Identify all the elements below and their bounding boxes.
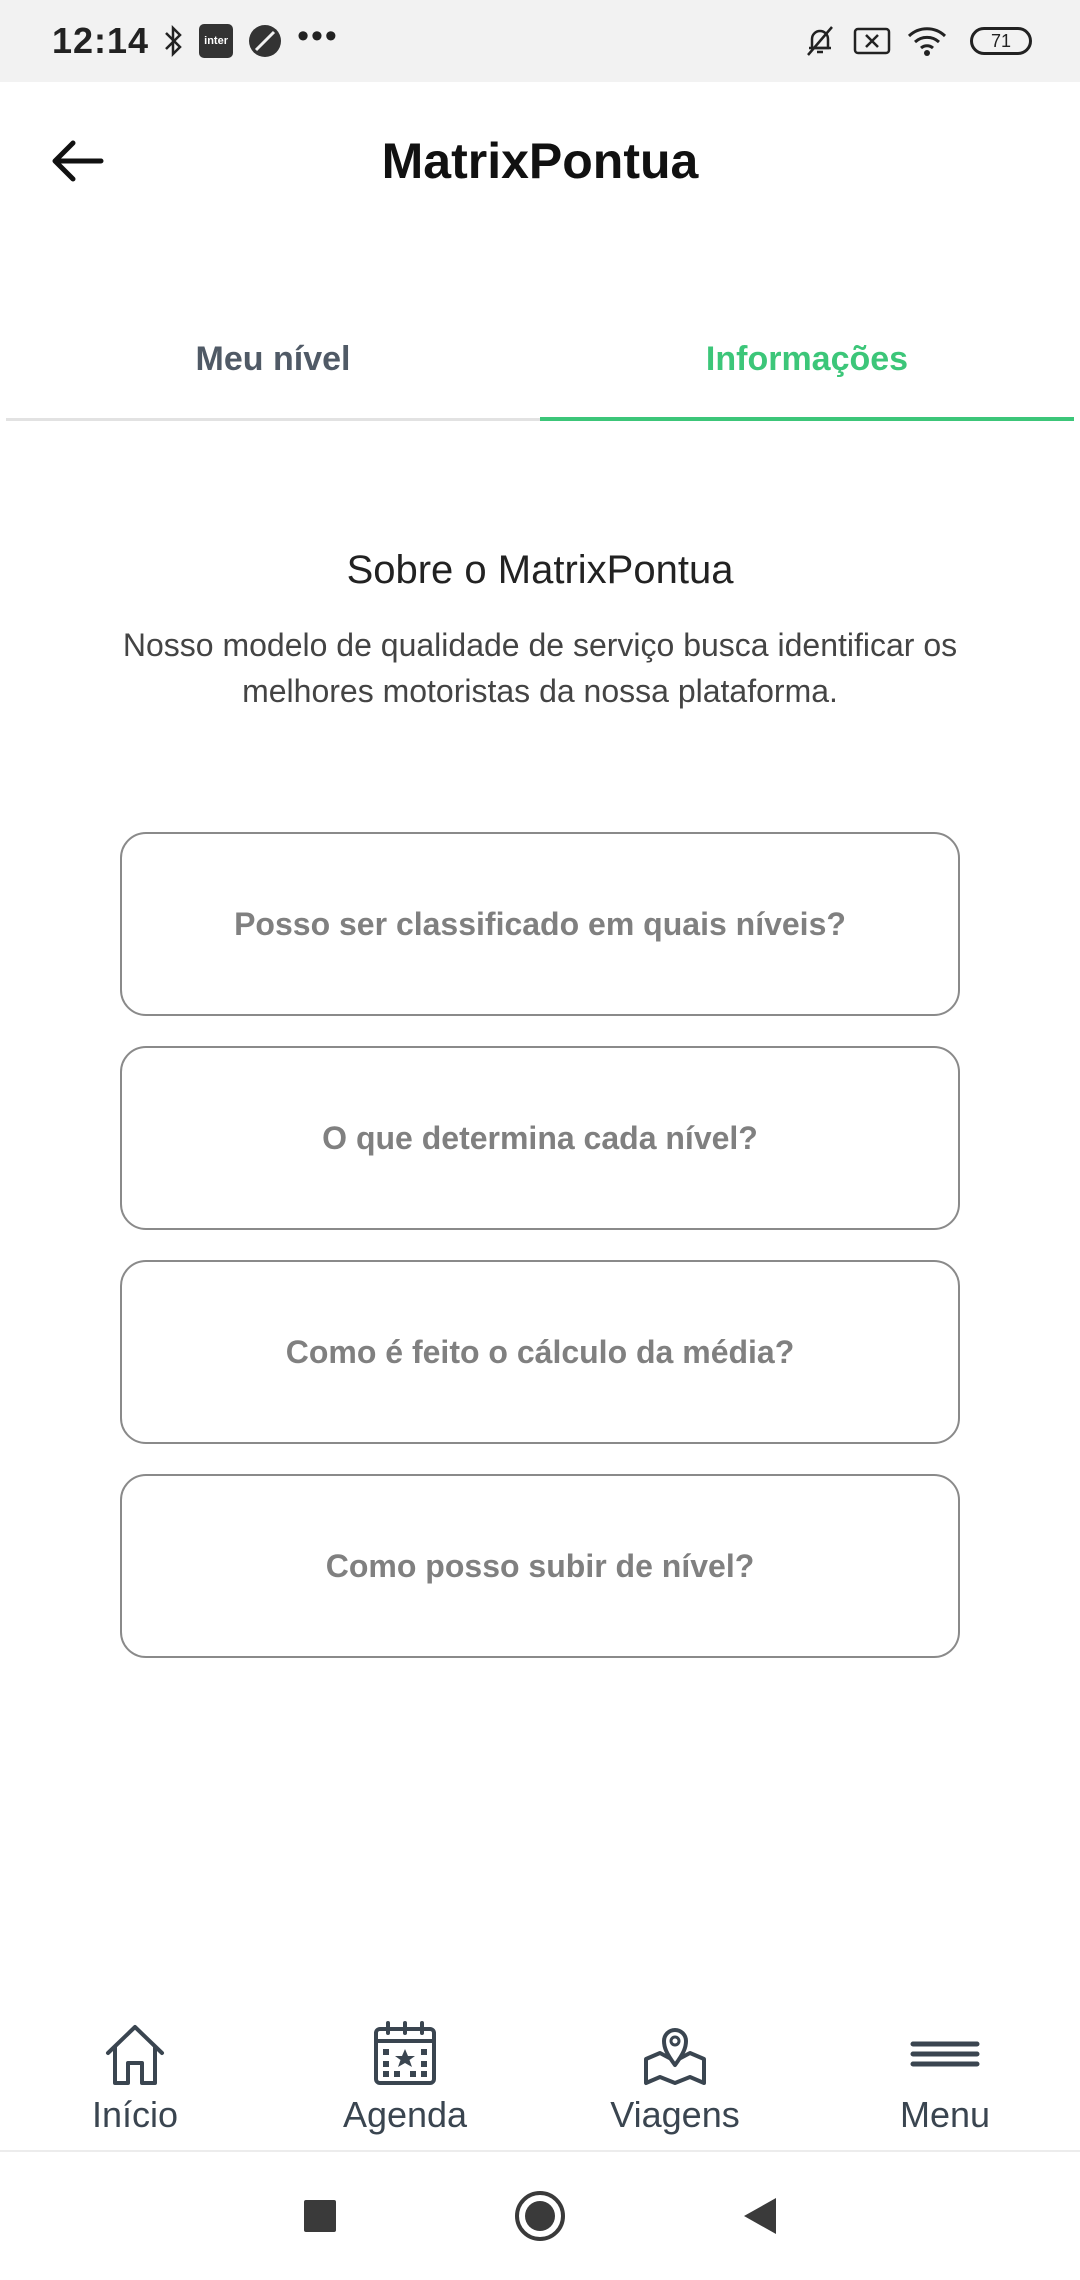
triangle-back-icon [744,2198,776,2234]
nav-item-agenda[interactable]: Agenda [270,1990,540,2150]
home-icon [100,2016,170,2092]
about-title: Sobre o MatrixPontua [346,548,734,592]
about-description: Nosso modelo de qualidade de serviço bus… [122,627,958,709]
status-bar-left: 12:14 inter ••• [52,17,339,62]
faq-item-calculo[interactable]: Como é feito o cálculo da média? [120,1260,960,1444]
calendar-icon [370,2016,440,2092]
status-bar: 12:14 inter ••• 71 [0,0,1080,82]
nav-label-viagens: Viagens [610,2094,740,2135]
hamburger-icon [910,2016,980,2092]
status-time: 12:14 [52,20,150,61]
faq-item-determina[interactable]: O que determina cada nível? [120,1046,960,1230]
tab-meu-nivel[interactable]: Meu nível [6,300,540,418]
map-pin-icon [640,2016,710,2092]
nav-item-inicio[interactable]: Início [0,1990,270,2150]
more-notifications-icon: ••• [297,17,339,55]
bluetooth-icon [163,24,185,58]
page-title: MatrixPontua [381,133,699,189]
faq-item-subir[interactable]: Como posso subir de nível? [120,1474,960,1658]
wifi-icon [906,24,948,58]
inter-app-icon: inter [199,24,234,58]
app-bar: MatrixPontua [0,82,1080,242]
tab-informacoes[interactable]: Informações [540,300,1074,421]
faq-list: Posso ser classificado em quais níveis? … [120,832,960,1688]
faq-item-niveis[interactable]: Posso ser classificado em quais níveis? [120,832,960,1016]
bottom-nav: Início Agenda Viagens Menu [0,1990,1080,2152]
nav-label-menu: Menu [899,2094,991,2135]
battery-indicator: 71 [970,27,1032,55]
nav-label-agenda: Agenda [342,2094,468,2135]
bell-off-icon [802,23,838,59]
sim-off-icon [852,25,892,57]
dnd-circle-icon [247,23,283,59]
nav-item-viagens[interactable]: Viagens [540,1990,810,2150]
back-nav-button[interactable] [650,2196,870,2236]
recent-apps-button[interactable] [210,2198,430,2234]
nav-item-menu[interactable]: Menu [810,1990,1080,2150]
tab-bar: Meu nível Informações [6,300,1074,421]
nav-label-inicio: Início [91,2094,179,2135]
home-button[interactable] [430,2189,650,2243]
status-bar-right: 71 [802,23,1032,59]
square-icon [304,2200,336,2232]
system-nav-bar [0,2152,1080,2280]
circle-icon [515,2191,565,2241]
